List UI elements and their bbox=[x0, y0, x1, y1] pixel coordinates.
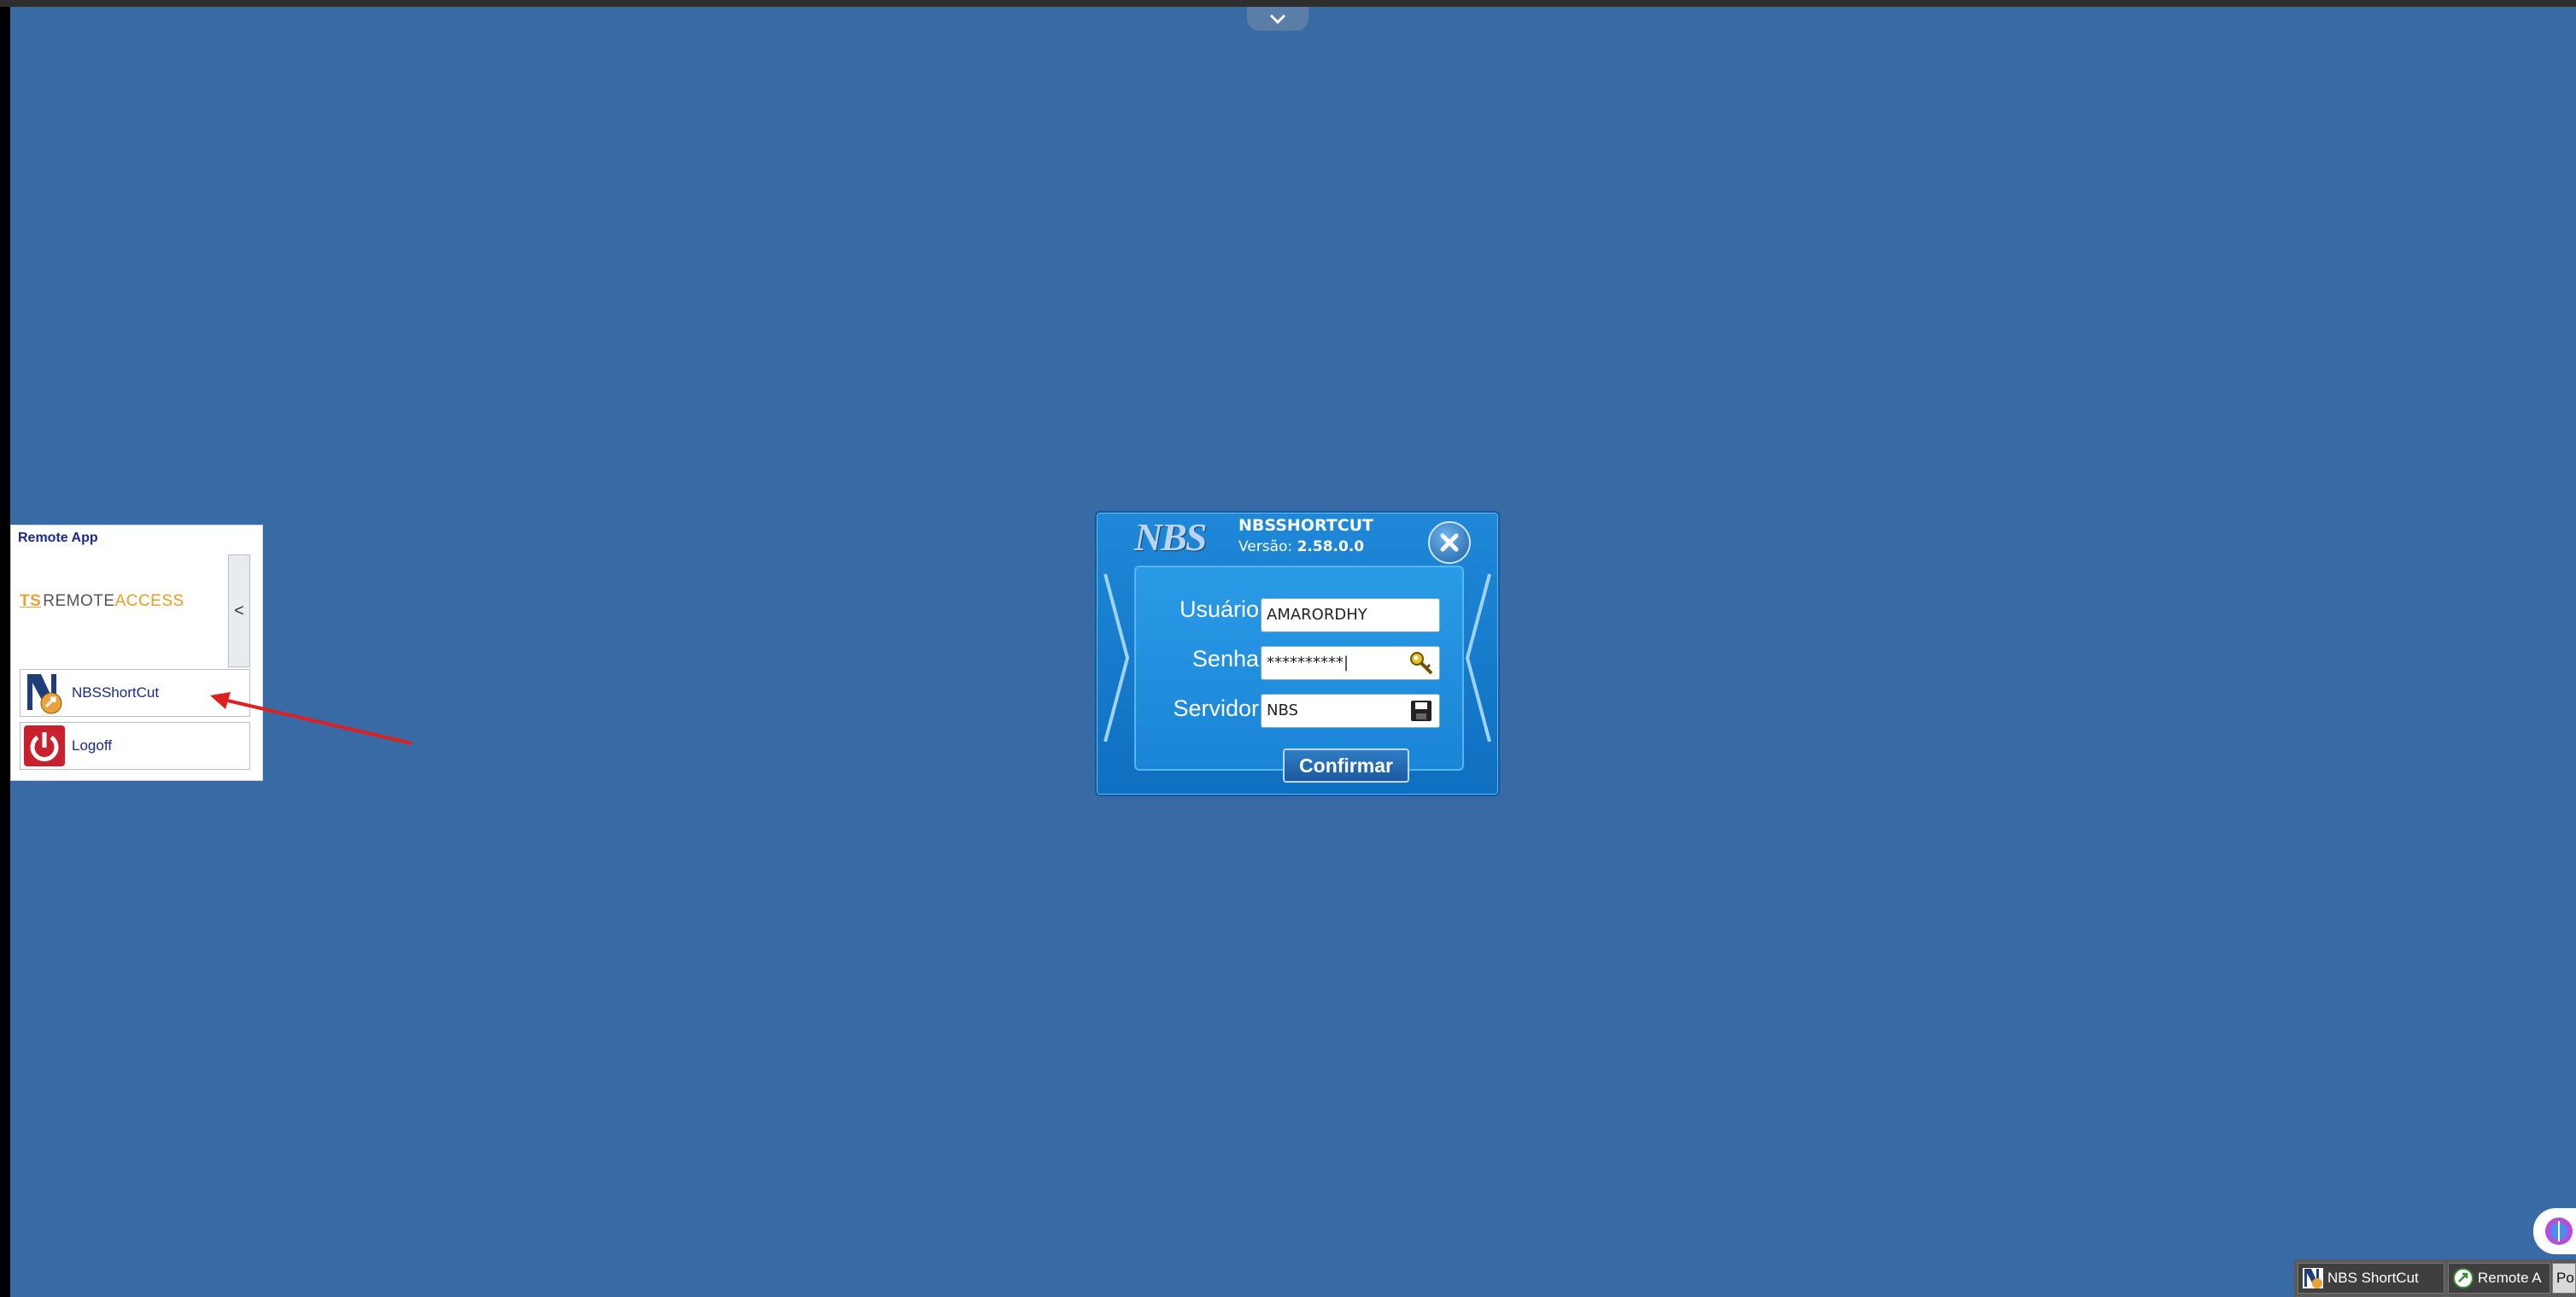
taskbar-item-po[interactable]: Po bbox=[2552, 1263, 2576, 1294]
tsremoteaccess-logo: TS REMOTE ACCESS bbox=[20, 592, 184, 610]
taskbar: NBS ShortCut Remote A Po bbox=[2294, 1259, 2576, 1297]
server-input[interactable]: NBS bbox=[1261, 694, 1440, 728]
password-input[interactable]: **********| bbox=[1261, 646, 1440, 680]
close-button[interactable] bbox=[1428, 521, 1471, 564]
nbs-login-dialog: NBS NBSSHORTCUT Versão: 2.58.0.0 Usuário… bbox=[1095, 511, 1500, 796]
floating-assistant-button[interactable] bbox=[2533, 1208, 2576, 1254]
taskbar-item-nbs-shortcut[interactable]: NBS ShortCut bbox=[2298, 1263, 2444, 1294]
key-icon[interactable] bbox=[1408, 650, 1434, 676]
dialog-version: Versão: 2.58.0.0 bbox=[1238, 538, 1365, 555]
nbs-shortcut-icon bbox=[24, 672, 65, 714]
save-disk-icon[interactable] bbox=[1408, 698, 1434, 724]
app-item-label: NBSShortCut bbox=[72, 684, 160, 701]
confirm-button[interactable]: Confirmar bbox=[1283, 748, 1409, 783]
user-label: Usuário bbox=[1179, 596, 1259, 622]
remote-app-title: Remote App bbox=[18, 531, 98, 545]
password-label: Senha bbox=[1191, 646, 1259, 672]
close-icon bbox=[1440, 533, 1459, 552]
user-input[interactable]: AMARORDHY bbox=[1261, 598, 1440, 632]
nbs-logo: NBS bbox=[1134, 515, 1207, 559]
brain-icon bbox=[2545, 1218, 2573, 1245]
connection-bar-toggle[interactable] bbox=[1247, 7, 1308, 31]
power-icon bbox=[24, 725, 65, 766]
app-item-label: Logoff bbox=[72, 737, 112, 754]
chevron-down-icon bbox=[1269, 14, 1286, 25]
annotation-arrow bbox=[210, 692, 413, 745]
panel-collapse-button[interactable]: < bbox=[228, 555, 250, 667]
server-label: Servidor bbox=[1173, 695, 1259, 721]
top-bar bbox=[0, 0, 2576, 7]
nbs-shortcut-icon bbox=[2303, 1268, 2323, 1288]
decorative-chevron-right bbox=[1465, 573, 1491, 742]
remote-access-icon bbox=[2453, 1268, 2474, 1288]
taskbar-item-remote-access[interactable]: Remote A bbox=[2448, 1263, 2550, 1294]
dialog-app-title: NBSSHORTCUT bbox=[1238, 516, 1374, 535]
chevron-left-icon: < bbox=[234, 601, 244, 620]
